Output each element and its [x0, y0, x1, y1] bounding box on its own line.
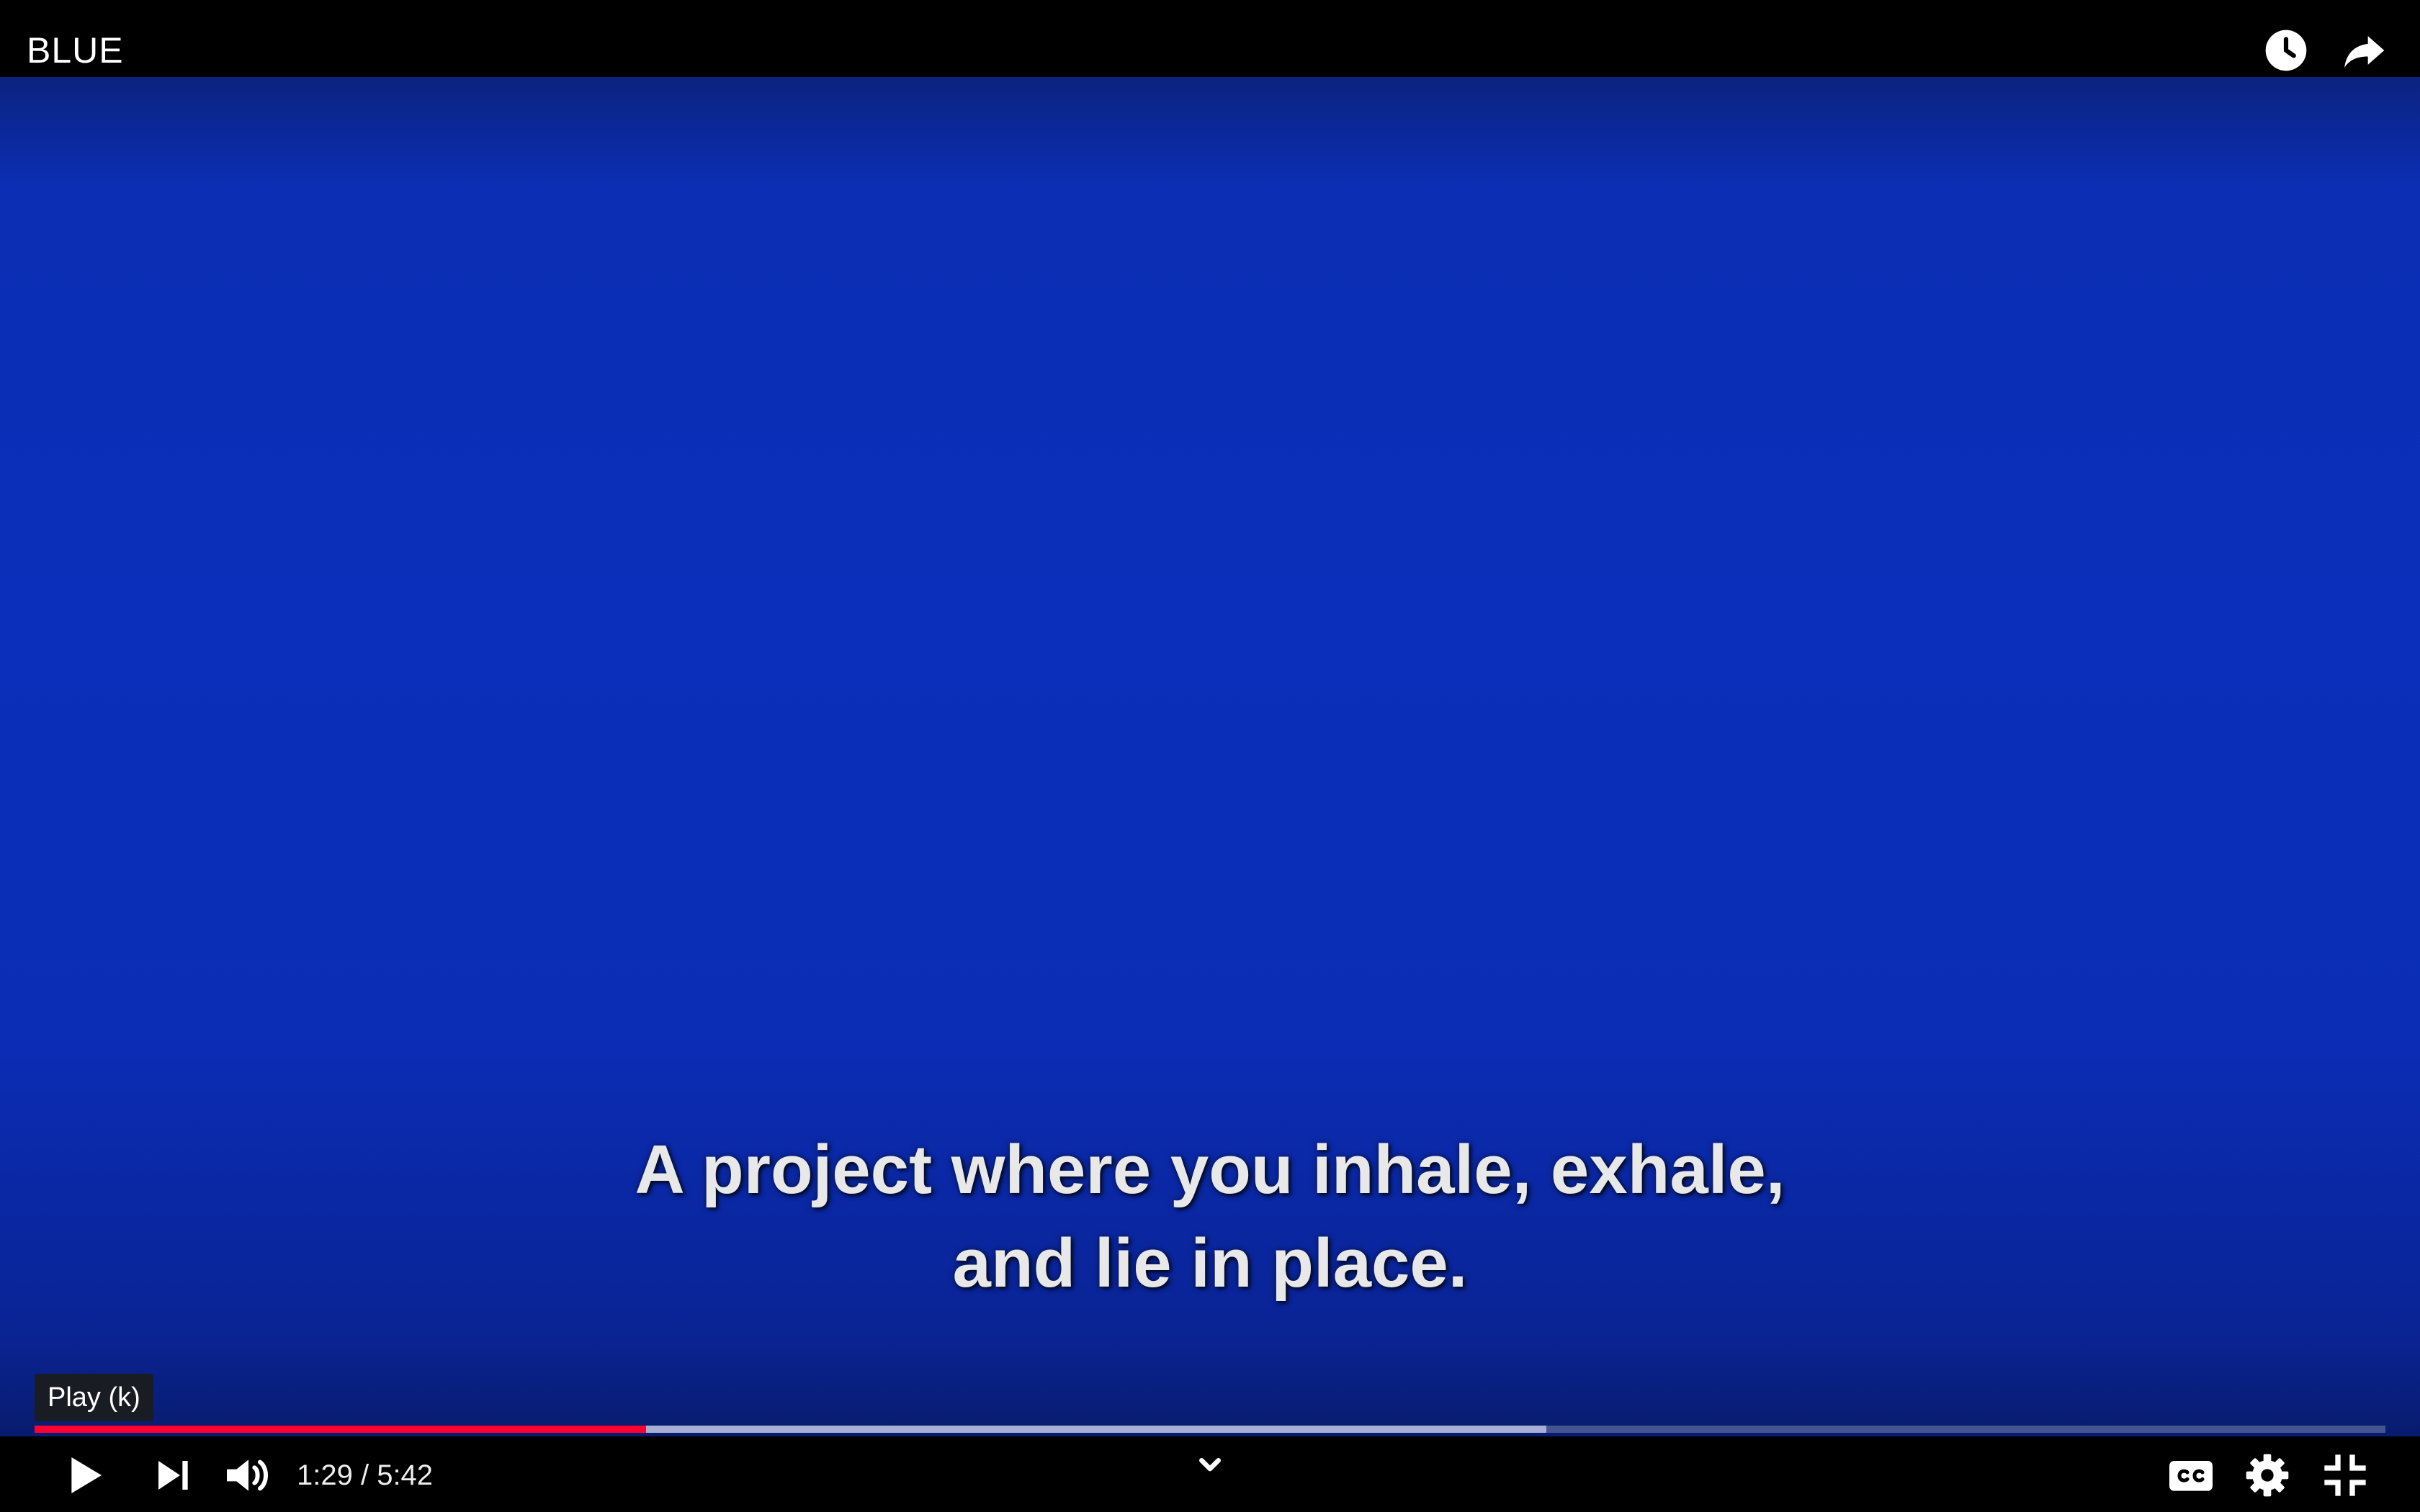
- captions-icon: [2169, 1461, 2213, 1491]
- settings-icon: [2246, 1454, 2289, 1497]
- play-icon: [71, 1457, 102, 1493]
- video-title[interactable]: BLUE: [27, 27, 124, 73]
- caption-line-1: A project where you inhale, exhale,: [635, 1131, 1785, 1208]
- title-bar: BLUE: [0, 0, 2420, 77]
- captions-button[interactable]: [2162, 1446, 2220, 1504]
- share-arrow-icon: [2344, 36, 2385, 68]
- caption-line-2: and lie in place.: [952, 1225, 1468, 1302]
- caption-window: A project where you inhale, exhale, and …: [0, 1123, 2420, 1310]
- video-player[interactable]: BLUE A project where you inhale, exhale,…: [0, 0, 2420, 1512]
- clock-icon: [2265, 30, 2307, 71]
- chevron-down-icon: [1199, 1458, 1221, 1472]
- exit-fullscreen-button[interactable]: [2316, 1446, 2374, 1504]
- progress-played: [35, 1426, 646, 1433]
- settings-button[interactable]: [2238, 1446, 2296, 1504]
- watch-later-button[interactable]: [2262, 26, 2311, 75]
- control-bar: 1:29 / 5:42: [0, 1436, 2420, 1512]
- exit-fullscreen-icon: [2324, 1454, 2366, 1496]
- play-tooltip: Play (k): [35, 1374, 153, 1421]
- expand-panel-button[interactable]: [1181, 1436, 1239, 1494]
- play-button[interactable]: [55, 1446, 112, 1504]
- share-button[interactable]: [2339, 26, 2388, 75]
- next-button[interactable]: [144, 1446, 202, 1504]
- next-icon: [158, 1461, 188, 1490]
- time-display: 1:29 / 5:42: [297, 1459, 434, 1491]
- volume-icon: [227, 1459, 268, 1491]
- progress-bar[interactable]: [35, 1426, 2385, 1433]
- volume-button[interactable]: [220, 1446, 277, 1504]
